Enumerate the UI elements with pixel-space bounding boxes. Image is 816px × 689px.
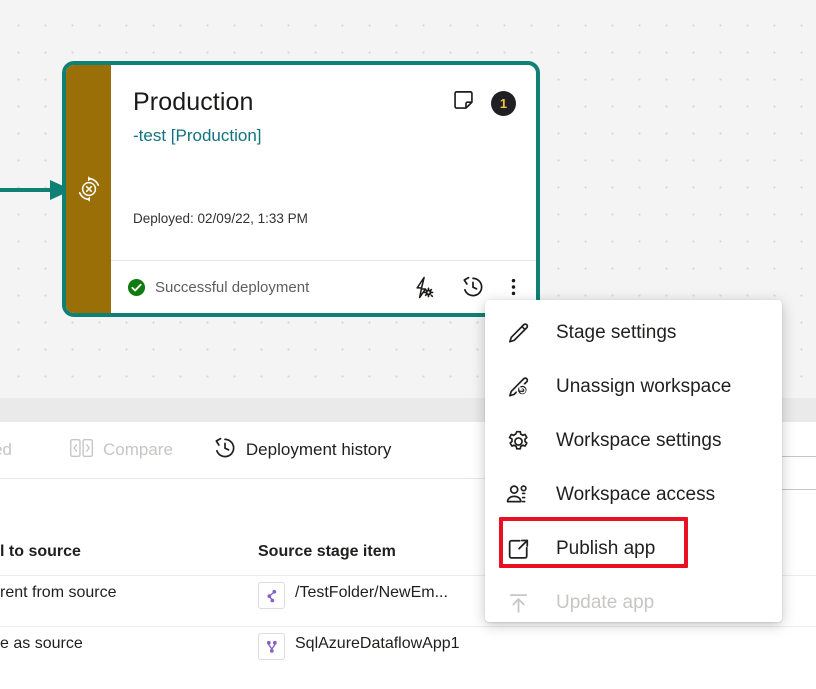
stage-card-main: Production -test [Production] Deployed: … xyxy=(111,65,536,260)
compare-icon xyxy=(70,438,94,463)
row-source-item: /TestFolder/NewEm... xyxy=(295,584,448,602)
stage-footer-actions xyxy=(412,275,520,299)
menu-item-workspace-settings[interactable]: Workspace settings xyxy=(485,414,782,468)
menu-label-publish-app: Publish app xyxy=(556,538,655,560)
people-icon xyxy=(502,483,534,507)
menu-label-update-app: Update app xyxy=(556,592,654,614)
toolbar-item-compare[interactable]: Compare xyxy=(70,438,173,463)
dataflow-icon xyxy=(258,633,285,660)
row-compare-status: rent from source xyxy=(0,584,116,602)
menu-item-update-app: Update app xyxy=(485,576,782,630)
deployment-history-icon xyxy=(213,436,237,465)
stage-card-body: Production -test [Production] Deployed: … xyxy=(111,65,536,313)
pencil-undo-icon xyxy=(502,375,534,400)
menu-label-workspace-access: Workspace access xyxy=(556,484,715,506)
menu-item-publish-app[interactable]: Publish app xyxy=(485,522,782,576)
stage-workspace-link[interactable]: -test [Production] xyxy=(133,124,518,148)
success-check-icon xyxy=(127,278,146,297)
deployment-status-text: Successful deployment xyxy=(155,279,309,296)
toolbar-label-compare: Compare xyxy=(103,440,173,460)
toolbar-item-deployment-history[interactable]: Deployment history xyxy=(213,436,392,465)
dataflow-icon xyxy=(258,582,285,609)
arrow-up-to-line-icon xyxy=(502,591,534,616)
stage-header-icons: 1 xyxy=(452,89,516,117)
production-stage-card[interactable]: Production -test [Production] Deployed: … xyxy=(62,61,540,317)
deployment-history-icon[interactable] xyxy=(461,275,485,299)
stage-context-menu: Stage settings Unassign workspace Worksp… xyxy=(485,300,782,622)
toolbar-label-related: related xyxy=(0,440,12,460)
sync-error-icon xyxy=(75,175,103,203)
menu-item-unassign-workspace[interactable]: Unassign workspace xyxy=(485,360,782,414)
menu-label-stage-settings: Stage settings xyxy=(556,322,676,344)
menu-item-stage-settings[interactable]: Stage settings xyxy=(485,306,782,360)
toolbar-item-related[interactable]: related xyxy=(0,440,12,460)
stage-card-footer: Successful deployment xyxy=(111,260,536,313)
deployment-rules-icon[interactable] xyxy=(412,276,435,299)
table-row[interactable]: e as source SqlAzureDataflowApp1 xyxy=(0,626,816,677)
row-source-item: SqlAzureDataflowApp1 xyxy=(295,635,460,653)
gear-icon xyxy=(502,429,534,454)
pencil-icon xyxy=(502,321,534,346)
stage-status-band xyxy=(66,65,111,313)
deployment-status: Successful deployment xyxy=(127,278,412,297)
menu-item-workspace-access[interactable]: Workspace access xyxy=(485,468,782,522)
toolbar-label-deployment-history: Deployment history xyxy=(246,440,392,460)
sticky-note-icon[interactable] xyxy=(452,89,475,117)
table-header-source-stage-item: Source stage item xyxy=(258,543,396,561)
more-options-icon[interactable] xyxy=(511,276,516,298)
open-external-icon xyxy=(502,537,534,562)
menu-label-unassign-workspace: Unassign workspace xyxy=(556,376,731,398)
table-header-compare-to-source: l to source xyxy=(0,543,81,561)
menu-label-workspace-settings: Workspace settings xyxy=(556,430,721,452)
row-compare-status: e as source xyxy=(0,635,83,653)
stage-deployed-timestamp: Deployed: 02/09/22, 1:33 PM xyxy=(133,210,308,228)
stage-item-count-badge: 1 xyxy=(491,91,516,116)
